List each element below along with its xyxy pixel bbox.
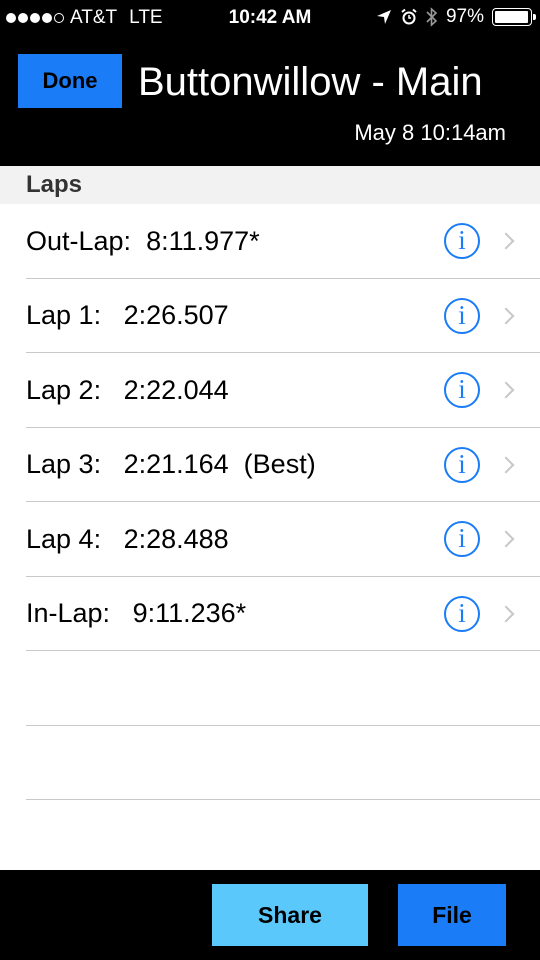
alarm-clock-icon bbox=[401, 8, 417, 25]
empty-list-row bbox=[0, 651, 540, 726]
chevron-right-icon bbox=[497, 381, 515, 399]
file-button[interactable]: File bbox=[398, 884, 506, 946]
lap-row-lap-1[interactable]: Lap 1: 2:26.507 i bbox=[0, 279, 540, 354]
info-icon[interactable]: i bbox=[444, 372, 480, 409]
bluetooth-icon bbox=[426, 7, 438, 27]
battery-level bbox=[495, 11, 528, 23]
info-icon[interactable]: i bbox=[444, 297, 480, 334]
status-bar: AT&T LTE 10:42 AM 97% bbox=[0, 0, 540, 36]
lap-label: Lap 4: 2:28.488 bbox=[26, 523, 229, 554]
lap-label: Lap 1: 2:26.507 bbox=[26, 300, 229, 331]
battery-tip bbox=[533, 14, 536, 20]
done-button[interactable]: Done bbox=[18, 54, 122, 108]
share-button[interactable]: Share bbox=[212, 884, 368, 946]
lap-label: Lap 3: 2:21.164 (Best) bbox=[26, 449, 316, 480]
info-icon[interactable]: i bbox=[444, 446, 480, 483]
page-title: Buttonwillow - Main bbox=[138, 60, 483, 104]
lap-label: In-Lap: 9:11.236* bbox=[26, 598, 247, 629]
chevron-right-icon bbox=[497, 605, 515, 623]
lap-list: Out-Lap: 8:11.977* i Lap 1: 2:26.507 i L… bbox=[0, 204, 540, 800]
lap-label: Out-Lap: 8:11.977* bbox=[26, 225, 260, 256]
lap-row-in-lap[interactable]: In-Lap: 9:11.236* i bbox=[0, 577, 540, 652]
location-arrow-icon bbox=[376, 10, 391, 24]
session-date: May 8 10:14am bbox=[354, 120, 506, 145]
info-icon[interactable]: i bbox=[444, 595, 480, 632]
app-window: AT&T LTE 10:42 AM 97% Done Buttonwillow … bbox=[0, 0, 540, 960]
chevron-right-icon bbox=[497, 307, 515, 325]
chevron-right-icon bbox=[497, 530, 515, 548]
info-icon[interactable]: i bbox=[444, 521, 480, 558]
laps-section-header: Laps bbox=[0, 166, 540, 204]
lap-row-out-lap[interactable]: Out-Lap: 8:11.977* i bbox=[0, 204, 540, 279]
info-icon[interactable]: i bbox=[444, 223, 480, 260]
lap-row-lap-2[interactable]: Lap 2: 2:22.044 i bbox=[0, 353, 540, 428]
navigation-header: Done Buttonwillow - Main May 8 10:14am bbox=[0, 36, 540, 166]
bottom-toolbar: Share File bbox=[0, 870, 540, 960]
lap-row-lap-3[interactable]: Lap 3: 2:21.164 (Best) i bbox=[0, 428, 540, 503]
lap-label: Lap 2: 2:22.044 bbox=[26, 374, 229, 405]
empty-list-row bbox=[0, 726, 540, 801]
battery-percent: 97% bbox=[445, 6, 484, 27]
chevron-right-icon bbox=[497, 456, 515, 474]
battery-icon bbox=[492, 8, 536, 26]
status-right: 97% bbox=[376, 6, 536, 28]
chevron-right-icon bbox=[497, 232, 515, 250]
lap-row-lap-4[interactable]: Lap 4: 2:28.488 i bbox=[0, 502, 540, 577]
